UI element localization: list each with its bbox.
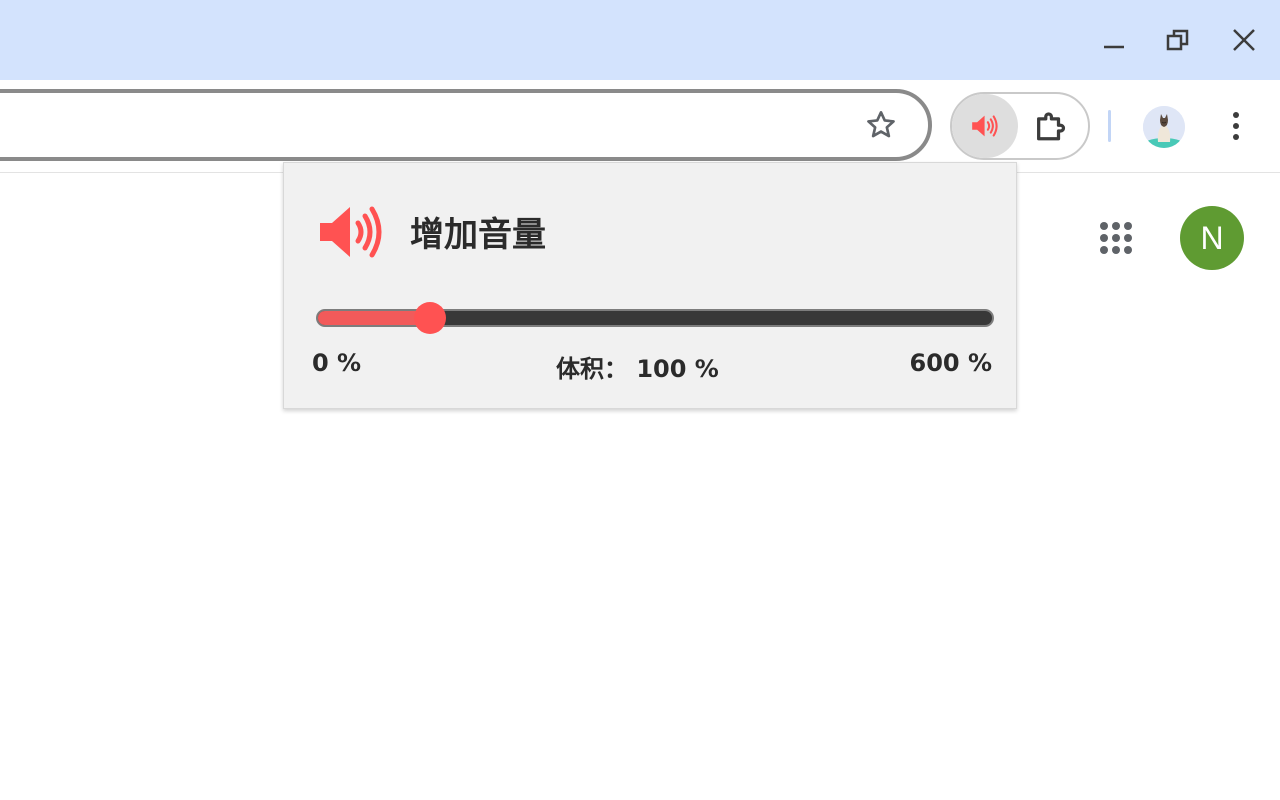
volume-slider-thumb[interactable] (414, 302, 447, 334)
kebab-icon (1233, 112, 1239, 140)
volume-extension-button[interactable] (952, 94, 1018, 158)
volume-popup: 增加音量 0 % 体积： 100 % 600 % (283, 162, 1017, 409)
restore-button[interactable] (1158, 20, 1198, 60)
speaker-icon (320, 206, 382, 258)
speaker-icon (972, 115, 998, 137)
address-bar[interactable] (0, 89, 932, 161)
apps-grid-icon (1100, 222, 1132, 254)
cat-avatar-icon (1143, 106, 1185, 148)
popup-title: 增加音量 (410, 215, 546, 255)
volume-min-label: 0 % (312, 349, 362, 377)
restore-icon (1166, 29, 1189, 51)
volume-slider[interactable] (316, 302, 994, 334)
profile-avatar-button[interactable] (1143, 106, 1185, 148)
apps-launcher-button[interactable] (1094, 216, 1138, 260)
volume-max-label: 600 % (909, 349, 993, 377)
browser-menu-button[interactable] (1216, 106, 1256, 146)
extensions-button[interactable] (1028, 104, 1072, 148)
minimize-button[interactable] (1094, 20, 1134, 60)
close-button[interactable] (1224, 20, 1264, 60)
star-icon (867, 111, 895, 138)
toolbar-separator (1108, 110, 1111, 142)
puzzle-icon (1037, 112, 1066, 141)
browser-toolbar (0, 80, 1280, 173)
close-icon (1233, 29, 1255, 51)
bookmark-star-button[interactable] (862, 106, 900, 144)
volume-current-label: 体积： 100 % (556, 355, 719, 383)
minimize-icon (1104, 45, 1124, 49)
extensions-group (950, 92, 1090, 160)
title-bar (0, 0, 1280, 80)
account-avatar[interactable]: N (1180, 206, 1244, 270)
